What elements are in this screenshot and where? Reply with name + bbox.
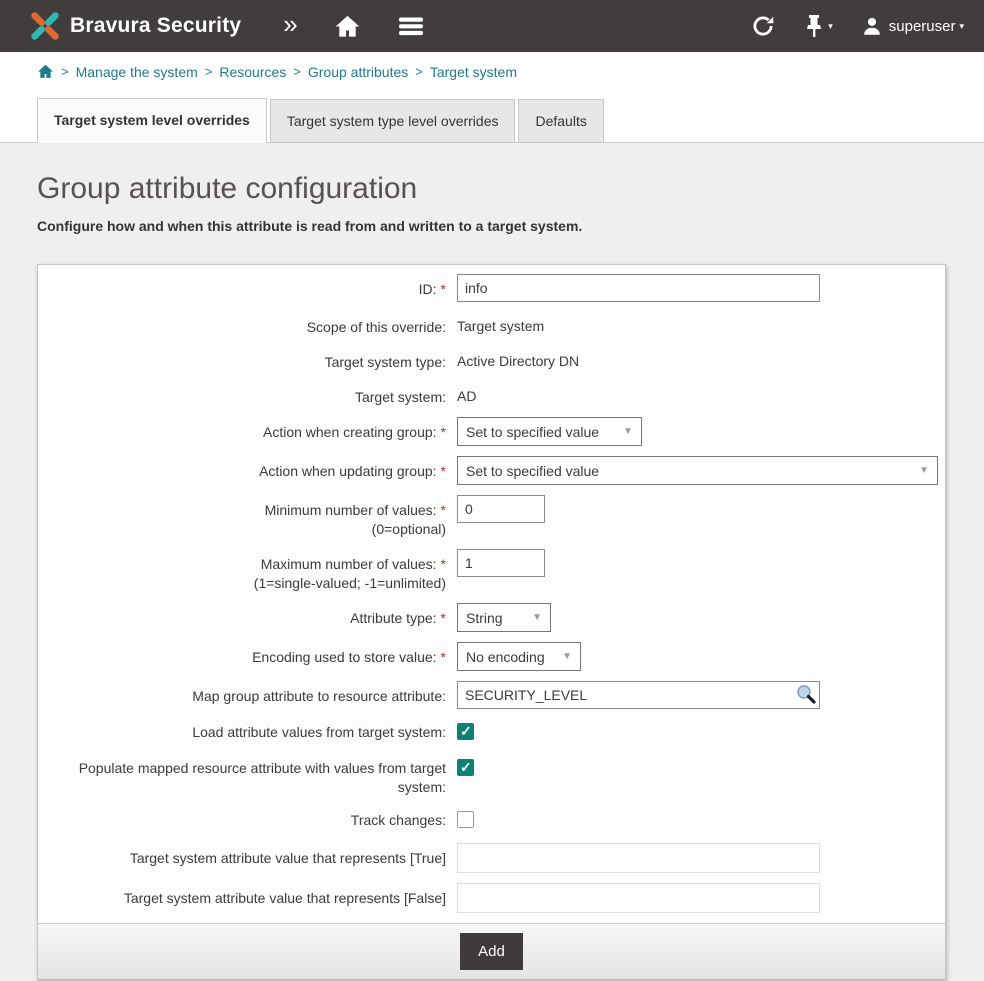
form-row-false-value: Target system attribute value that repre… [38,883,945,913]
field-label: ID:* [38,274,446,299]
required-asterisk: * [441,610,446,626]
breadcrumb-link[interactable]: Manage the system [76,64,198,80]
action-when-creating-select[interactable]: Set to specified value ▼ [457,417,642,446]
breadcrumb-home-icon[interactable] [37,63,54,80]
page-title: Group attribute configuration [37,172,984,206]
field-label: Encoding used to store value:* [38,642,446,667]
field-label: Action when creating group:* [38,417,446,442]
target-system-type-value: Active Directory DN [457,347,945,369]
tab-bar: Target system level overrides Target sys… [0,89,984,143]
required-asterisk: * [441,502,446,518]
breadcrumb-link[interactable]: Resources [219,64,286,80]
menu-icon[interactable] [397,14,425,38]
field-label: Map group attribute to resource attribut… [38,681,446,706]
chevron-down-icon: ▼ [623,426,633,437]
min-values-input[interactable] [457,495,545,523]
form-row-true-value: Target system attribute value that repre… [38,843,945,873]
form-row-id: ID:* [38,274,945,302]
false-value-input[interactable] [457,883,820,913]
breadcrumb: > Manage the system > Resources > Group … [0,52,984,89]
breadcrumb-separator: > [415,64,423,79]
tab-target-system-type-level-overrides[interactable]: Target system type level overrides [270,99,516,142]
field-label: Target system type: [38,347,446,372]
field-label: Maximum number of values:* (1=single-val… [38,549,446,593]
max-values-input[interactable] [457,549,545,577]
chevron-down-icon: ▾ [959,21,964,32]
refresh-icon[interactable] [750,13,776,39]
form-row-load-values: Load attribute values from target system… [38,719,945,745]
form-row-track-changes: Track changes: [38,807,945,833]
encoding-select[interactable]: No encoding ▼ [457,642,581,671]
breadcrumb-current[interactable]: Target system [430,64,517,80]
form-footer: Add [38,923,945,980]
brand-name: Bravura Security [70,14,241,38]
add-button[interactable]: Add [460,933,523,970]
form-row-scope: Scope of this override: Target system [38,312,945,337]
breadcrumb-separator: > [61,64,69,79]
search-icon[interactable] [795,683,817,710]
scope-value: Target system [457,312,945,334]
load-values-checkbox[interactable] [457,723,474,740]
tab-target-system-level-overrides[interactable]: Target system level overrides [37,98,267,143]
form-row-min-values: Minimum number of values:* (0=optional) [38,495,945,539]
required-asterisk: * [441,556,446,572]
field-label: Populate mapped resource attribute with … [38,755,446,797]
field-label: Scope of this override: [38,312,446,337]
expand-chevron-icon[interactable]: » [283,11,297,41]
form-row-target-system: Target system: AD [38,382,945,407]
form-row-map-attribute: Map group attribute to resource attribut… [38,681,945,709]
field-label: Action when updating group:* [38,456,446,481]
action-when-updating-select[interactable]: Set to specified value ▼ [457,456,938,485]
target-system-value: AD [457,382,945,404]
id-input[interactable] [457,274,820,302]
field-label: Attribute type:* [38,603,446,628]
top-bar: Bravura Security » [0,0,984,52]
required-asterisk: * [441,281,446,297]
field-label: Track changes: [38,807,446,830]
selected-option: No encoding [466,649,545,665]
home-icon[interactable] [334,13,361,40]
field-label: Minimum number of values:* (0=optional) [38,495,446,539]
populate-mapped-checkbox[interactable] [457,759,474,776]
form-row-action-creating: Action when creating group:* Set to spec… [38,417,945,446]
form-row-attribute-type: Attribute type:* String ▼ [38,603,945,632]
breadcrumb-separator: > [205,64,213,79]
form-row-action-updating: Action when updating group:* Set to spec… [38,456,945,485]
chevron-down-icon: ▼ [532,612,542,623]
form-row-populate-mapped: Populate mapped resource attribute with … [38,755,945,797]
field-label: Load attribute values from target system… [38,719,446,742]
field-label: Target system attribute value that repre… [38,883,446,908]
attribute-type-select[interactable]: String ▼ [457,603,551,632]
required-asterisk: * [441,649,446,665]
form-row-max-values: Maximum number of values:* (1=single-val… [38,549,945,593]
selected-option: String [466,610,503,626]
selected-option: Set to specified value [466,424,599,440]
chevron-down-icon: ▼ [562,651,572,662]
form-row-encoding: Encoding used to store value:* No encodi… [38,642,945,671]
track-changes-checkbox[interactable] [457,811,474,828]
field-hint: (0=optional) [38,520,446,539]
chevron-down-icon: ▼ [919,465,929,476]
breadcrumb-separator: > [293,64,301,79]
selected-option: Set to specified value [466,463,599,479]
form-row-target-system-type: Target system type: Active Directory DN [38,347,945,372]
map-attribute-input[interactable] [457,681,820,709]
field-label: Target system: [38,382,446,407]
user-icon [861,15,883,37]
required-asterisk: * [441,463,446,479]
pin-icon[interactable]: ▾ [804,13,833,39]
breadcrumb-link[interactable]: Group attributes [308,64,408,80]
bravura-logo-icon [28,9,62,43]
page-subtitle: Configure how and when this attribute is… [37,218,984,234]
field-label: Target system attribute value that repre… [38,843,446,868]
username-label: superuser [889,18,956,35]
required-asterisk: * [441,424,446,440]
field-hint: (1=single-valued; -1=unlimited) [38,574,446,593]
chevron-down-icon: ▾ [828,21,833,32]
true-value-input[interactable] [457,843,820,873]
brand[interactable]: Bravura Security [28,9,241,43]
user-menu[interactable]: superuser ▾ [861,15,964,37]
config-form-panel: ID:* Scope of this override: Target syst… [37,264,946,981]
tab-defaults[interactable]: Defaults [518,99,603,142]
